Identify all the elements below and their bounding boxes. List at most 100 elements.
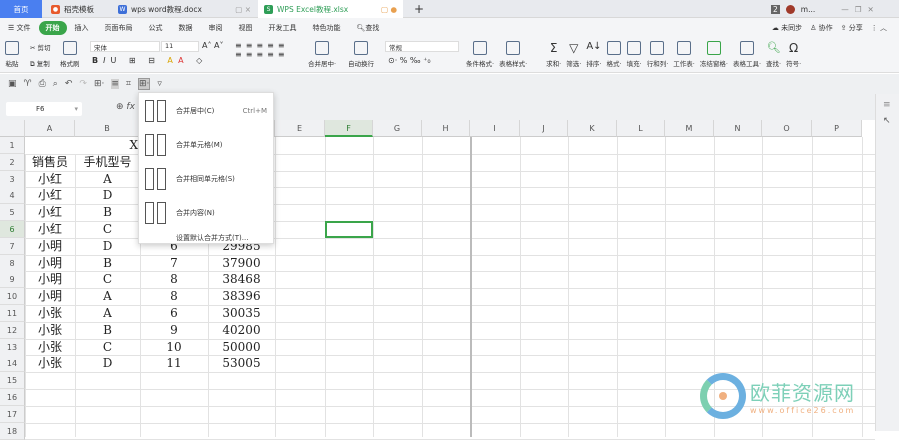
row-header[interactable]: 7 [0,237,25,255]
data-cell[interactable]: 50000 [208,339,275,356]
data-cell[interactable]: 小明 [25,271,75,288]
redo-icon[interactable]: ↷ [79,79,87,89]
data-cell[interactable]: 7 [140,255,208,272]
data-cell[interactable]: 38468 [208,271,275,288]
cursor-icon[interactable]: ↖ [883,116,892,126]
font-select[interactable]: 宋体 [90,41,160,52]
menu-item-merge-same[interactable]: 合并相同单元格(S) [139,163,273,195]
data-cell[interactable]: 小红 [25,171,75,188]
sort-button[interactable]: A↓ 排序· [586,41,601,68]
menu-developer[interactable]: 开发工具 [261,23,305,33]
worksheet-button[interactable]: 工作表· [673,41,695,68]
more-icon[interactable]: ⋮ ︿ [871,23,887,33]
data-cell[interactable]: 8 [140,288,208,305]
column-header[interactable]: G [373,120,422,137]
font-grow-shrink[interactable]: A˄ A˅ [202,41,224,50]
font-style-buttons[interactable]: BIU ⊞ ⊟ AA ◇ [92,56,207,65]
fx-label[interactable]: ⊕ fx [116,102,135,112]
row-header[interactable]: 11 [0,305,25,322]
number-format-select[interactable]: 常规 [385,41,459,52]
fill-button[interactable]: 填充· [627,41,642,68]
active-cell-f6[interactable] [325,221,373,238]
data-cell[interactable]: 6 [140,305,208,322]
data-cell[interactable]: A [75,288,140,305]
data-cell[interactable]: 小张 [25,355,75,372]
wrap-icon[interactable]: ⌗ [126,79,131,89]
tab-word-doc[interactable]: Wwps word教程.docx ▢ × [112,0,257,18]
menu-item-merge-content[interactable]: 合并内容(N) [139,197,273,229]
row-header[interactable]: 1 [0,137,25,154]
filter-button[interactable]: ▽ 筛选· [566,41,581,68]
data-cell[interactable]: C [75,271,140,288]
data-cell[interactable]: A [75,305,140,322]
column-header[interactable]: F [325,120,373,137]
preview-icon[interactable]: ⌕ [53,79,58,89]
tab-home[interactable]: 首页 [0,0,42,18]
customize-icon[interactable]: ▿ [157,79,162,89]
center-icon[interactable]: ≡ [111,79,119,89]
row-header[interactable]: 9 [0,271,25,289]
rows-cols-button[interactable]: 行和列· [647,41,668,68]
menu-file[interactable]: ☰ 文件 [0,23,39,33]
row-header[interactable]: 18 [0,422,25,440]
menu-item-merge-cells[interactable]: 合并单元格(M) [139,129,273,161]
data-cell[interactable]: C [75,221,140,238]
symbol-button[interactable]: Ω 符号· [786,41,801,68]
panel-icon[interactable]: ≡ [883,100,892,110]
sum-button[interactable]: Σ 求和· [546,41,561,68]
column-header[interactable]: B [75,120,140,137]
data-cell[interactable]: 小张 [25,322,75,339]
data-cell[interactable]: 8 [140,271,208,288]
column-header[interactable]: E [275,120,325,137]
copy-button[interactable]: ⧉ 复制 [30,58,50,69]
sync-button[interactable]: ☁ 未同步 [772,23,802,33]
share-button[interactable]: ⇪ 分享 [841,23,863,33]
column-header[interactable]: J [520,120,568,137]
data-cell[interactable]: D [75,187,140,204]
format-button[interactable]: 格式· [607,41,622,68]
row-header[interactable]: 3 [0,170,25,188]
find-button[interactable]: 🔍︎ 查找· [766,41,781,68]
row-header[interactable]: 16 [0,389,25,406]
data-cell[interactable]: D [75,355,140,372]
pin-icon[interactable]: ♈︎ [24,79,32,89]
tab-excel-doc[interactable]: S WPS Excel教程.xlsx ▢ ● [258,0,403,18]
username[interactable]: m... [801,5,815,14]
data-cell[interactable]: 40200 [208,322,275,339]
conditional-format-button[interactable]: 条件格式· [466,41,494,68]
table-style-button[interactable]: 表格样式· [499,41,527,68]
column-header[interactable]: N [714,120,762,137]
data-cell[interactable]: B [75,322,140,339]
data-cell[interactable]: C [75,339,140,356]
menu-item-default-merge[interactable]: 设置默认合并方式(T)... [176,233,248,243]
name-box[interactable]: F6 ▾ [6,102,82,116]
menu-view[interactable]: 视图 [231,23,261,33]
data-cell[interactable]: 小明 [25,238,75,255]
align-buttons[interactable]: ≡≡≡≡≡ ≡≡≡≡≡ [235,41,289,59]
column-header[interactable]: P [812,120,862,137]
menu-search[interactable]: 🔍︎查找 [349,23,388,33]
data-cell[interactable]: 10 [140,339,208,356]
border-icon[interactable]: ⊞· [94,79,104,89]
row-header[interactable]: 10 [0,288,25,306]
select-all-corner[interactable] [0,120,25,137]
row-header[interactable]: 4 [0,187,25,205]
data-cell[interactable]: 9 [140,322,208,339]
column-header[interactable]: H [422,120,470,137]
data-cell[interactable]: A [75,171,140,188]
data-cell[interactable]: 11 [140,355,208,372]
data-cell[interactable]: 53005 [208,355,275,372]
menu-item-merge-center[interactable]: 合并居中(C) Ctrl+M [139,95,273,127]
data-cell[interactable]: 小明 [25,255,75,272]
menu-page-layout[interactable]: 页面布局 [97,23,141,33]
undo-icon[interactable]: ↶ [65,79,73,89]
header-cell[interactable]: 销售员 [25,154,75,171]
restore-icon[interactable]: ❐ [855,5,862,14]
data-cell[interactable]: B [75,204,140,221]
data-cell[interactable]: 小明 [25,288,75,305]
row-header[interactable]: 6 [0,221,25,238]
column-header[interactable]: I [470,120,520,137]
row-header[interactable]: 12 [0,321,25,339]
row-header[interactable]: 15 [0,372,25,390]
tab-daoke[interactable]: ● 稻壳模板 [45,0,110,18]
